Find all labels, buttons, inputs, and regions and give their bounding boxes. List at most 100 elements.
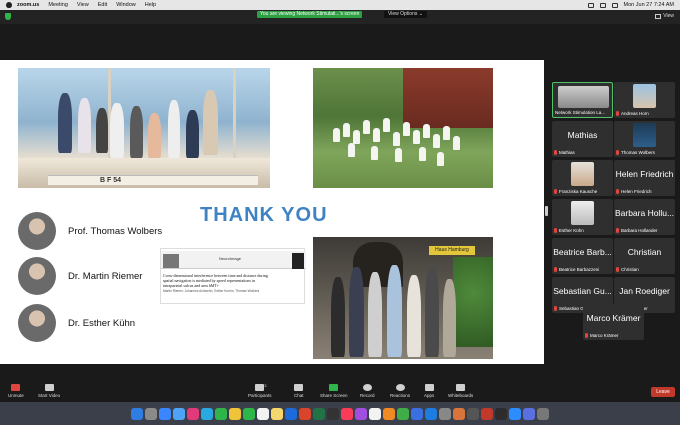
participant-tile[interactable]: Helen Friedrich Helen Friedrich <box>614 160 675 196</box>
viewing-banner: You are viewing Network Stimulati...'s s… <box>257 11 363 18</box>
muted-mic-icon <box>616 150 619 155</box>
menu-meeting[interactable]: Meeting <box>48 2 68 8</box>
apple-tv-icon[interactable] <box>327 407 339 420</box>
word-icon[interactable] <box>285 407 297 420</box>
leave-button[interactable]: Leave <box>651 387 675 397</box>
numbers-icon[interactable] <box>397 407 409 420</box>
menu-window[interactable]: Window <box>116 2 136 8</box>
record-label: Record <box>360 393 375 398</box>
avatar <box>18 212 56 250</box>
plant <box>453 257 493 347</box>
launchpad-icon[interactable] <box>145 407 157 420</box>
menubar-clock[interactable]: Mon Jun 27 7:24 AM <box>624 2 674 8</box>
participant-video <box>633 84 656 108</box>
safari-icon[interactable] <box>159 407 171 420</box>
view-options-button[interactable]: View Options ⌄ <box>384 11 427 18</box>
app-store-icon[interactable] <box>425 407 437 420</box>
music-icon[interactable] <box>341 407 353 420</box>
news-icon[interactable] <box>369 407 381 420</box>
journal-name: NeuroImage <box>219 256 242 261</box>
participant-tile[interactable]: Beatrice Barb... Beatrice Barbazzeni <box>552 238 613 274</box>
excel-icon[interactable] <box>313 407 325 420</box>
muted-mic-icon <box>585 333 588 338</box>
video-camera-icon <box>44 384 54 391</box>
notes-icon[interactable] <box>271 407 283 420</box>
podcasts-icon[interactable] <box>355 407 367 420</box>
muted-mic-icon <box>554 150 557 155</box>
elsevier-logo-icon <box>163 254 179 268</box>
photos-icon[interactable] <box>229 407 241 420</box>
trash-icon[interactable] <box>537 407 549 420</box>
facetime-icon[interactable] <box>243 407 255 420</box>
participant-tile[interactable]: Mathias Mathias <box>552 121 613 157</box>
menu-edit[interactable]: Edit <box>98 2 107 8</box>
participant-tile[interactable]: Network Stimulation La... <box>552 82 613 118</box>
muted-mic-icon <box>554 267 557 272</box>
acknowledgement-row: Prof. Thomas Wolbers <box>18 212 162 250</box>
participant-display-name: Barbara Hollu... <box>614 208 675 218</box>
unmute-button[interactable]: Unmute <box>8 384 24 398</box>
participant-name: Beatrice Barbazzeni <box>559 267 600 272</box>
acrobat-icon[interactable] <box>481 407 493 420</box>
pages-icon[interactable] <box>383 407 395 420</box>
participant-tile[interactable]: Marco Krämer Marco Krämer <box>583 304 644 340</box>
slack-icon[interactable] <box>187 407 199 420</box>
participant-tile[interactable]: Christian Christian <box>614 238 675 274</box>
mail-icon[interactable] <box>173 407 185 420</box>
apps-button[interactable]: Apps <box>424 384 434 398</box>
messages-icon[interactable] <box>215 407 227 420</box>
ack-name: Prof. Thomas Wolbers <box>68 225 163 237</box>
twitter-icon[interactable] <box>201 407 213 420</box>
finder-icon[interactable] <box>131 407 143 420</box>
participant-tile[interactable]: Andreas Horn <box>614 82 675 118</box>
paper-title: Cross-dimensional interference between t… <box>163 273 268 288</box>
participants-button[interactable]: 13 Participants <box>248 383 272 398</box>
unmute-label: Unmute <box>8 393 24 398</box>
control-center-icon[interactable] <box>611 2 618 8</box>
system-preferences-icon[interactable] <box>439 407 451 420</box>
powerpoint-icon[interactable] <box>299 407 311 420</box>
muted-mic-icon <box>11 384 21 391</box>
ack-name: Dr. Esther Kühn <box>68 317 136 329</box>
menu-help[interactable]: Help <box>145 2 156 8</box>
battery-icon[interactable] <box>599 2 606 8</box>
share-screen-button[interactable]: Share Screen <box>320 384 348 398</box>
start-video-button[interactable]: Start Video <box>38 384 60 398</box>
menu-app-name[interactable]: zoom.us <box>17 2 39 8</box>
matlab-icon[interactable] <box>453 407 465 420</box>
ack-name: Dr. Martin Riemer <box>68 270 143 282</box>
teams-icon[interactable] <box>523 407 535 420</box>
participant-name: Helen Friedrich <box>621 189 652 194</box>
wifi-icon[interactable] <box>587 2 594 8</box>
calendar-icon[interactable] <box>257 407 269 420</box>
participant-tile[interactable]: Franziska Kausche <box>552 160 613 196</box>
whiteboards-button[interactable]: Whiteboards <box>448 384 473 398</box>
muted-mic-icon <box>616 228 619 233</box>
muted-mic-icon <box>554 189 557 194</box>
paper-header: NeuroImage <box>161 251 306 269</box>
r-icon[interactable] <box>467 407 479 420</box>
building-sign: Haus Hamburg <box>429 246 475 255</box>
participant-tile[interactable]: Esther Kühn <box>552 199 613 235</box>
participant-tile[interactable]: Thomas Wolbers <box>614 121 675 157</box>
participant-display-name: Beatrice Barb... <box>553 247 612 257</box>
view-button[interactable]: View <box>655 13 674 19</box>
menu-view[interactable]: View <box>77 2 89 8</box>
reactions-button[interactable]: Reactions <box>390 384 410 398</box>
keynote-icon[interactable] <box>411 407 423 420</box>
thank-you-heading: THANK YOU <box>200 204 328 226</box>
share-screen-label: Share Screen <box>320 393 348 398</box>
github-icon[interactable] <box>495 407 507 420</box>
participant-tile[interactable]: Barbara Hollu... Barbara Hollander <box>614 199 675 235</box>
participant-display-name: Marco Krämer <box>586 313 641 323</box>
record-button[interactable]: Record <box>360 384 375 398</box>
acknowledgement-row: Dr. Martin Riemer <box>18 257 142 295</box>
participant-name: Marco Krämer <box>590 333 619 338</box>
apple-icon[interactable] <box>6 2 12 8</box>
muted-mic-icon <box>616 111 619 116</box>
zoom-icon[interactable] <box>509 407 521 420</box>
whiteboard-icon <box>456 384 466 391</box>
paper-authors: Martin Riemer, Johannes Achtzehn, Esther… <box>163 289 260 293</box>
chat-button[interactable]: Chat <box>294 384 304 398</box>
shield-icon[interactable] <box>5 13 11 20</box>
